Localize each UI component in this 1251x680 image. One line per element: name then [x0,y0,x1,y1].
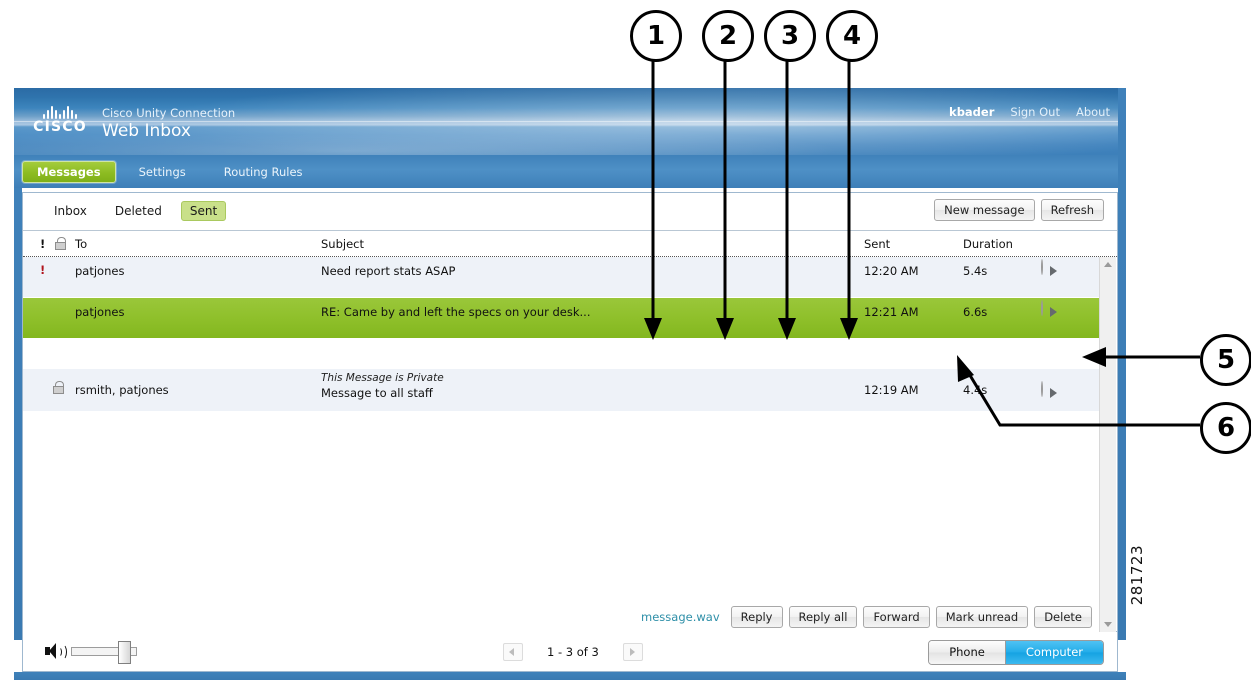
tab-messages[interactable]: Messages [22,160,116,183]
play-button[interactable] [1041,381,1043,397]
message-panel: Inbox Deleted Sent New message Refresh !… [22,192,1118,632]
playback-phone-option[interactable]: Phone [929,641,1005,664]
column-secure-lock-icon[interactable] [55,237,66,253]
page-title: Web Inbox [102,121,191,141]
refresh-button[interactable]: Refresh [1040,199,1104,221]
tab-settings[interactable]: Settings [124,161,201,183]
row-subject-text: Message to all staff [321,386,433,400]
reply-all-button[interactable]: Reply all [788,606,858,628]
attachment-link[interactable]: message.wav [641,610,720,624]
callout-5: 5 [1200,334,1251,386]
callout-2: 2 [702,10,754,62]
reply-button[interactable]: Reply [730,606,783,628]
folder-tabs: Inbox Deleted Sent [45,201,227,221]
column-header-row: ! To Subject Sent Duration [23,231,1117,257]
table-row[interactable]: patjones RE: Came by and left the specs … [23,298,1102,339]
message-list-scrollbar[interactable] [1099,257,1116,632]
pager: 1 - 3 of 3 [503,643,643,661]
folder-toolbar: Inbox Deleted Sent New message Refresh [23,193,1117,231]
next-page-button[interactable] [622,643,643,661]
toolbar-actions: New message Refresh [934,199,1104,221]
message-action-row: message.wav Reply Reply all Forward Mark… [23,602,1102,632]
row-duration: 4.4s [963,383,988,397]
row-subject: RE: Came by and left the specs on your d… [321,305,591,319]
current-user: kbader [949,105,995,119]
column-duration[interactable]: Duration [963,237,1013,251]
web-inbox-window: CISCO Cisco Unity Connection Web Inbox k… [14,88,1126,680]
column-sent[interactable]: Sent [864,237,890,251]
sign-out-link[interactable]: Sign Out [1010,105,1060,119]
row-duration: 5.4s [963,264,988,278]
row-subject: This Message is Private Message to all s… [321,372,444,400]
main-tabstrip: Messages Settings Routing Rules [14,155,1126,188]
window-right-edge [1118,88,1126,640]
window-bottom-edge [14,672,1126,680]
folder-tab-deleted[interactable]: Deleted [106,201,171,221]
previous-page-button[interactable] [503,643,523,661]
playback-device-toggle: Phone Computer [928,640,1104,665]
row-sent: 12:20 AM [864,264,919,278]
cisco-bars-icon [28,105,92,119]
scroll-down-icon[interactable] [1100,616,1116,632]
play-button[interactable] [1041,259,1043,275]
scroll-up-icon[interactable] [1100,257,1116,273]
folder-tab-inbox[interactable]: Inbox [45,201,96,221]
row-to: patjones [75,264,125,278]
playback-computer-option[interactable]: Computer [1004,641,1103,664]
product-name: Cisco Unity Connection [102,106,236,120]
cisco-logo: CISCO [28,105,92,135]
tab-routing-rules[interactable]: Routing Rules [209,161,318,183]
row-sent: 12:19 AM [864,383,919,397]
table-row[interactable]: rsmith, patjones This Message is Private… [23,369,1102,412]
cisco-wordmark: CISCO [33,119,87,135]
figure-number: 281723 [1128,545,1146,606]
row-secure-lock-icon [53,381,64,397]
row-sent: 12:21 AM [864,305,919,319]
banner-swoosh-graphic [14,88,1126,155]
row-subject: Need report stats ASAP [321,264,456,278]
row-to: rsmith, patjones [75,383,169,397]
window-left-edge [14,188,22,640]
callout-4: 4 [826,10,878,62]
speaker-icon[interactable] [45,642,67,660]
table-row[interactable]: ! patjones Need report stats ASAP 12:20 … [23,257,1102,298]
account-bar: kbader Sign Out About [949,105,1110,119]
callout-3: 3 [764,10,816,62]
volume-control[interactable] [45,640,137,664]
row-private-label: This Message is Private [321,372,444,384]
folder-tab-sent[interactable]: Sent [180,201,227,221]
message-list: ! patjones Need report stats ASAP 12:20 … [23,257,1102,632]
status-bar: 1 - 3 of 3 Phone Computer [22,632,1118,672]
callout-6: 6 [1200,402,1251,454]
row-urgent-flag: ! [40,263,46,277]
forward-button[interactable]: Forward [863,606,930,628]
delete-button[interactable]: Delete [1034,606,1092,628]
mark-unread-button[interactable]: Mark unread [935,606,1029,628]
row-to: patjones [75,305,125,319]
app-banner: CISCO Cisco Unity Connection Web Inbox k… [14,88,1126,155]
column-subject[interactable]: Subject [321,237,364,251]
pager-text: 1 - 3 of 3 [547,645,599,659]
volume-slider-thumb[interactable] [118,640,131,664]
volume-slider[interactable] [71,640,137,664]
row-duration: 6.6s [963,305,988,319]
play-button[interactable] [1041,300,1043,316]
column-urgent-icon[interactable]: ! [40,237,45,251]
callout-1: 1 [630,10,682,62]
about-link[interactable]: About [1076,105,1110,119]
new-message-button[interactable]: New message [934,199,1035,221]
column-to[interactable]: To [75,237,87,251]
